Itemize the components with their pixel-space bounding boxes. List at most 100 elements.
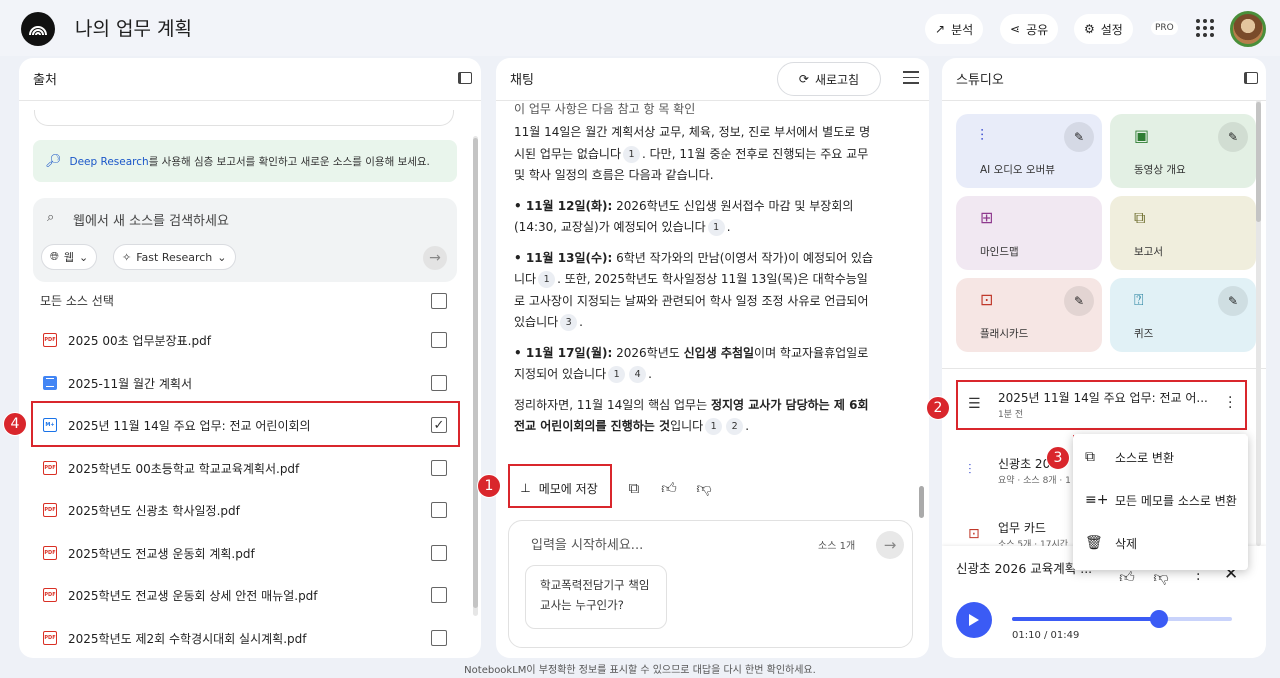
citation-chip[interactable]: 2 [726, 418, 744, 435]
source-name: 2025학년도 제2회 수학경시대회 실시계획.pdf [68, 631, 307, 646]
edit-pencil-icon[interactable]: ✎ [1218, 286, 1248, 316]
research-mode-dropdown[interactable]: ✧ Fast Research ⌄ [113, 244, 236, 270]
select-all-label: 모든 소스 선택 [40, 294, 114, 308]
deep-research-link[interactable]: Deep Research [70, 156, 149, 168]
notebook-title[interactable]: 나의 업무 계획 [75, 14, 192, 41]
source-name: 2025-11월 월간 계획서 [68, 376, 193, 391]
sparkle-search-icon: ✧ [122, 250, 132, 264]
studio-scrollbar[interactable] [1256, 102, 1261, 222]
citation-chip[interactable]: 4 [629, 366, 647, 383]
tune-icon[interactable] [903, 71, 919, 85]
share-button[interactable]: ⋖ 공유 [1000, 14, 1059, 44]
collapsed-card [34, 110, 454, 126]
source-name: 2025학년도 신광초 학사일정.pdf [68, 504, 240, 518]
source-item[interactable]: 2025-11월 월간 계획서 [33, 362, 457, 404]
citation-chip[interactable]: 1 [705, 418, 723, 435]
menu-item[interactable]: ⧉ 소스로 변환 [1073, 436, 1248, 478]
pdf-file-icon: PDF [43, 545, 57, 560]
play-button[interactable] [956, 602, 992, 638]
banner-body: 를 사용해 심층 보고서를 확인하고 새로운 소스를 이용해 보세요. [148, 155, 430, 168]
studio-tile[interactable]: ▣ 동영상 개요 ✎ [1110, 114, 1256, 188]
menu-item[interactable]: 🗑︎ 삭제 [1073, 522, 1248, 564]
apps-grid-icon[interactable] [1196, 19, 1214, 37]
suggested-question[interactable]: 학교폭력전담기구 책임교사는 누구인가? [525, 565, 667, 629]
source-item[interactable]: PDF 2025 00초 업무분장표.pdf [33, 319, 457, 361]
studio-tile-label: 마인드맵 [980, 246, 1019, 258]
select-all-checkbox[interactable] [431, 293, 447, 309]
refresh-button[interactable]: ⟳ 새로고침 [777, 62, 881, 96]
chat-input[interactable]: 입력을 시작하세요... [531, 534, 643, 553]
edit-pencil-icon[interactable]: ✎ [1064, 286, 1094, 316]
source-checkbox[interactable] [431, 459, 447, 476]
source-item[interactable]: PDF 2025학년도 00초등학교 학교교육계획서.pdf [33, 447, 457, 489]
highlight-box [508, 464, 612, 508]
web-source-dropdown[interactable]: 🌐︎ 웹 ⌄ [41, 244, 98, 270]
send-button[interactable]: → [876, 531, 904, 559]
source-item[interactable]: PDF 2025학년도 전교생 운동회 상세 안전 매뉴얼.pdf [33, 574, 457, 616]
source-item[interactable]: PDF 2025학년도 전교생 운동회 계획.pdf [33, 532, 457, 574]
settings-button[interactable]: ⚙ 설정 [1074, 14, 1133, 44]
step-badge-4: 4 [3, 412, 27, 436]
chat-scrollbar[interactable] [919, 486, 924, 518]
studio-tile[interactable]: ⍰ 퀴즈 ✎ [1110, 278, 1256, 352]
edit-pencil-icon[interactable]: ✎ [1064, 122, 1094, 152]
pdf-file-icon: PDF [43, 588, 57, 602]
source-item[interactable]: PDF 2025학년도 신광초 학사일정.pdf [33, 489, 457, 531]
collapse-panel-icon[interactable] [458, 72, 472, 84]
studio-tile[interactable]: ⊞ 마인드맵 [956, 196, 1102, 270]
source-item[interactable]: PDF 2025학년도 제2회 수학경시대회 실시계획.pdf [33, 617, 457, 659]
edit-pencil-icon[interactable]: ✎ [1218, 122, 1248, 152]
citation-chip[interactable]: 3 [560, 314, 578, 331]
menu-item[interactable]: ≡+ 모든 메모를 소스로 변환 [1073, 479, 1248, 521]
doc-file-icon [43, 375, 57, 390]
citation-chip[interactable]: 1 [707, 219, 725, 236]
analyze-button[interactable]: ↗ 분석 [925, 14, 984, 44]
citation-chip[interactable]: 1 [538, 271, 556, 288]
flashcard-icon: ⊡ [968, 526, 980, 542]
quiz-icon: ⍰ [1134, 290, 1144, 309]
highlight-box [956, 380, 1247, 430]
progress-track[interactable] [1012, 610, 1232, 628]
player-title: 신광초 2026 교육계획 ... [956, 561, 1093, 576]
pdf-file-icon: PDF [43, 333, 57, 347]
source-checkbox[interactable] [431, 544, 447, 561]
studio-tile[interactable]: ⫶ AI 오디오 오버뷰 ✎ [956, 114, 1102, 188]
thumbs-up-icon[interactable]: 👍︎ [658, 477, 680, 499]
citation-chip[interactable]: 1 [623, 145, 640, 163]
trash-icon: 🗑︎ [1085, 535, 1103, 551]
studio-tile[interactable]: ⧉ 보고서 [1110, 196, 1256, 270]
studio-title: 스튜디오 [956, 73, 1004, 88]
response-bullet: • 11월 17일(월): 2026학년도 신입생 추첨일이며 학교자율휴업일로… [514, 345, 869, 383]
submit-search-button[interactable]: → [423, 246, 447, 270]
flashcard-icon: ⊡ [980, 290, 994, 309]
search-input[interactable]: 웹에서 새 소스를 검색하세요 [73, 210, 229, 229]
progress-handle[interactable] [1150, 610, 1169, 628]
step-badge-3: 3 [1046, 446, 1070, 470]
source-checkbox[interactable] [431, 332, 447, 348]
search-icon: ⌕ [47, 210, 55, 225]
collapse-panel-icon[interactable] [1244, 72, 1258, 84]
chat-input-box: 입력을 시작하세요... 소스 1개 → 학교폭력전담기구 책임교사는 누구인가… [508, 520, 913, 648]
source-name: 2025 00초 업무분장표.pdf [68, 334, 211, 348]
chevron-down-icon: ⌄ [217, 250, 227, 264]
share-label: 공유 [1026, 22, 1049, 37]
refresh-icon: ⟳ [798, 72, 809, 86]
source-checkbox[interactable] [431, 374, 447, 391]
source-checkbox[interactable] [431, 587, 447, 603]
scrollbar[interactable] [473, 138, 478, 608]
analyze-label: 분석 [951, 22, 974, 37]
thumbs-down-icon[interactable]: 👎︎ [693, 477, 715, 499]
report-icon: ⧉ [1134, 208, 1146, 227]
citation-chip[interactable]: 1 [608, 366, 626, 383]
source-name: 2025학년도 00초등학교 학교교육계획서.pdf [68, 461, 300, 476]
chat-title: 채팅 [510, 73, 534, 88]
deep-research-banner[interactable]: 🔎︎ Deep Research를 사용해 심층 보고서를 확인하고 새로운 소… [33, 140, 457, 182]
studio-tile[interactable]: ⊡ 플래시카드 ✎ [956, 278, 1102, 352]
copy-icon[interactable]: ⧉ [623, 477, 645, 499]
avatar[interactable] [1230, 11, 1266, 47]
source-checkbox[interactable] [431, 629, 447, 646]
more-options-icon[interactable]: · · · [1196, 563, 1200, 587]
pdf-file-icon: PDF [43, 503, 57, 517]
source-checkbox[interactable] [431, 502, 447, 518]
notebooklm-logo[interactable] [21, 12, 55, 46]
